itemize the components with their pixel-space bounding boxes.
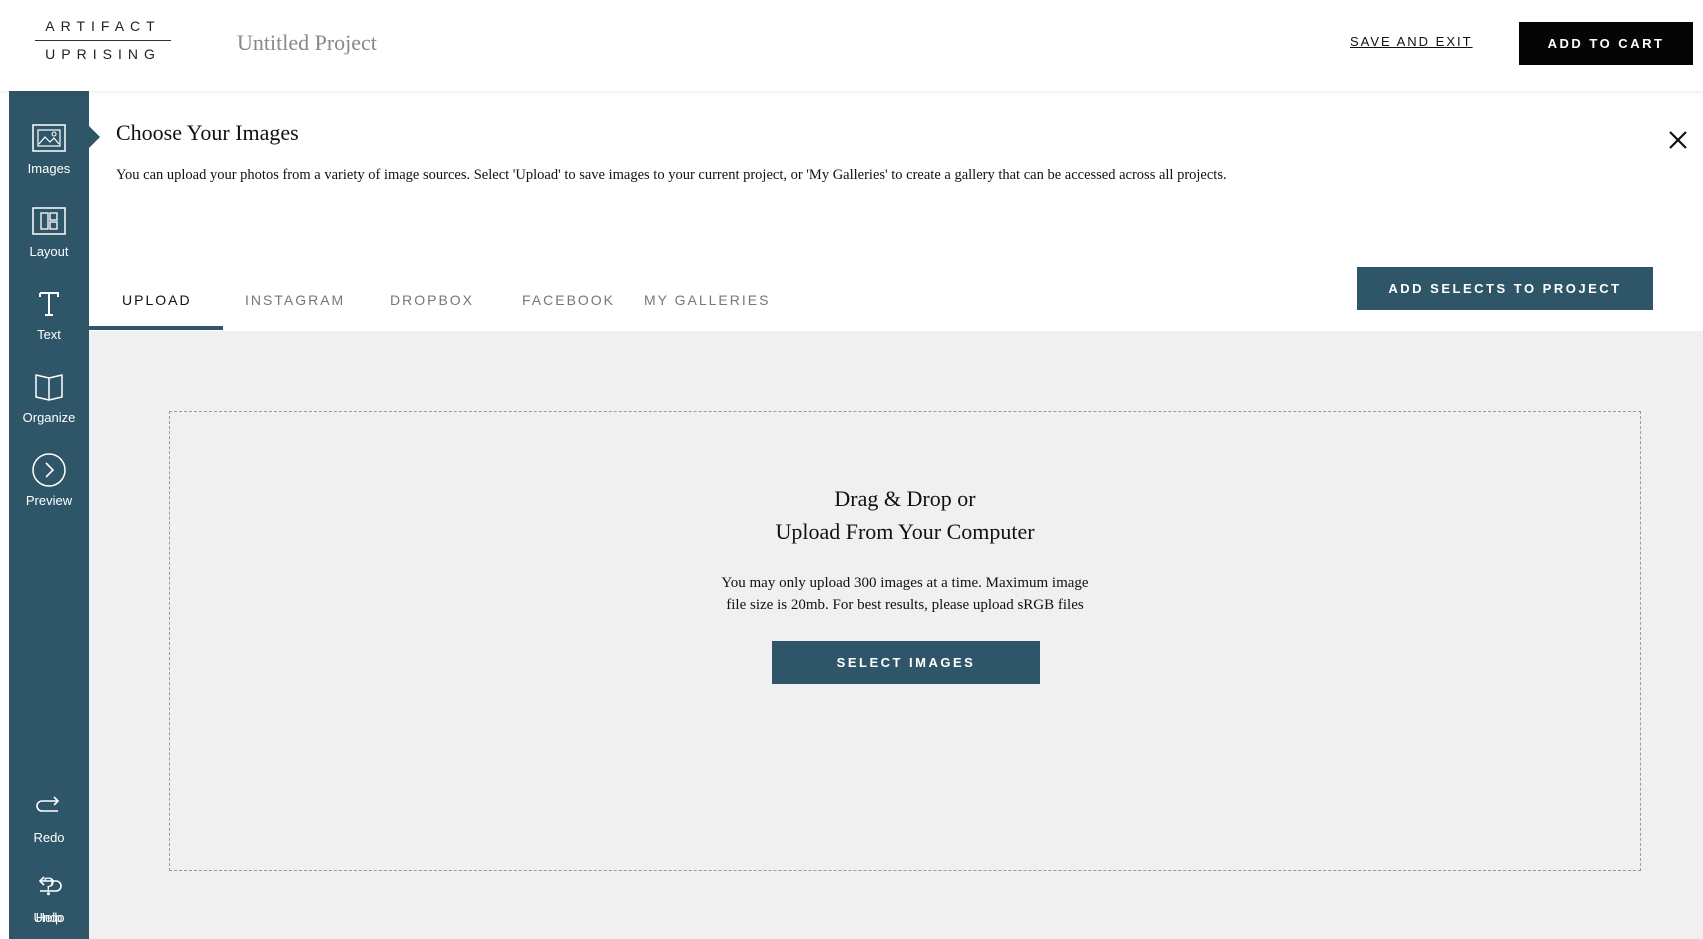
tab-facebook[interactable]: FACEBOOK [522, 292, 615, 308]
layout-icon [30, 202, 68, 240]
logo-divider [35, 40, 171, 41]
sidebar-item-images[interactable]: Images [9, 119, 89, 189]
add-selects-to-project-button[interactable]: ADD SELECTS TO PROJECT [1357, 267, 1653, 310]
tab-upload[interactable]: UPLOAD [122, 292, 192, 308]
book-icon [30, 368, 68, 406]
active-tab-indicator [89, 326, 223, 330]
dropzone-heading-line2: Upload From Your Computer [775, 519, 1035, 544]
dropzone-heading: Drag & Drop or Upload From Your Computer [170, 482, 1640, 548]
sidebar-item-preview[interactable]: Preview [9, 451, 89, 521]
upload-note-line1: You may only upload 300 images at a time… [721, 575, 1089, 591]
tab-my-galleries[interactable]: MY GALLERIES [644, 292, 770, 308]
project-title[interactable]: Untitled Project [237, 30, 377, 56]
preview-icon [30, 451, 68, 489]
artifact-uprising-logo[interactable]: ARTIFACT UPRISING [35, 16, 171, 66]
sidebar-item-label: Help [35, 910, 63, 925]
redo-icon [30, 788, 68, 826]
help-icon: ? [43, 872, 55, 901]
save-and-exit-link[interactable]: SAVE AND EXIT [1350, 34, 1473, 49]
active-item-pointer [89, 126, 100, 148]
sidebar-item-label: Redo [33, 830, 65, 845]
sidebar-item-redo[interactable]: Redo [9, 788, 89, 858]
tab-dropbox[interactable]: DROPBOX [390, 292, 474, 308]
sidebar-item-help[interactable]: ? Help [9, 868, 89, 938]
upload-note-line2: file size is 20mb. For best results, ple… [726, 597, 1084, 613]
sidebar-item-label: Preview [25, 493, 73, 508]
sidebar-item-text[interactable]: Text [9, 285, 89, 355]
sidebar-item-label: Images [27, 161, 71, 176]
panel-description: You can upload your photos from a variet… [116, 167, 1227, 183]
sidebar-item-label: Layout [29, 244, 69, 259]
select-images-button[interactable]: SELECT IMAGES [772, 641, 1040, 684]
upload-limits-note: You may only upload 300 images at a time… [170, 572, 1640, 616]
sidebar-item-label: Text [37, 327, 61, 342]
top-header: ARTIFACT UPRISING Untitled Project SAVE … [0, 0, 1703, 91]
tab-instagram[interactable]: INSTAGRAM [245, 292, 345, 308]
text-icon [30, 285, 68, 323]
image-icon [30, 119, 68, 157]
close-icon[interactable] [1666, 128, 1690, 152]
logo-text-bottom: UPRISING [45, 46, 161, 62]
sidebar-item-label: Organize [22, 410, 76, 425]
logo-text-top: ARTIFACT [45, 18, 161, 34]
add-to-cart-button[interactable]: ADD TO CART [1519, 22, 1693, 65]
panel-title: Choose Your Images [116, 120, 299, 145]
tool-sidebar: Images Layout Text Organize Preview Redo [9, 91, 89, 939]
dropzone-heading-line1: Drag & Drop or [834, 486, 976, 511]
sidebar-item-layout[interactable]: Layout [9, 202, 89, 272]
drag-drop-zone[interactable]: Drag & Drop or Upload From Your Computer… [169, 411, 1641, 871]
sidebar-item-organize[interactable]: Organize [9, 368, 89, 438]
